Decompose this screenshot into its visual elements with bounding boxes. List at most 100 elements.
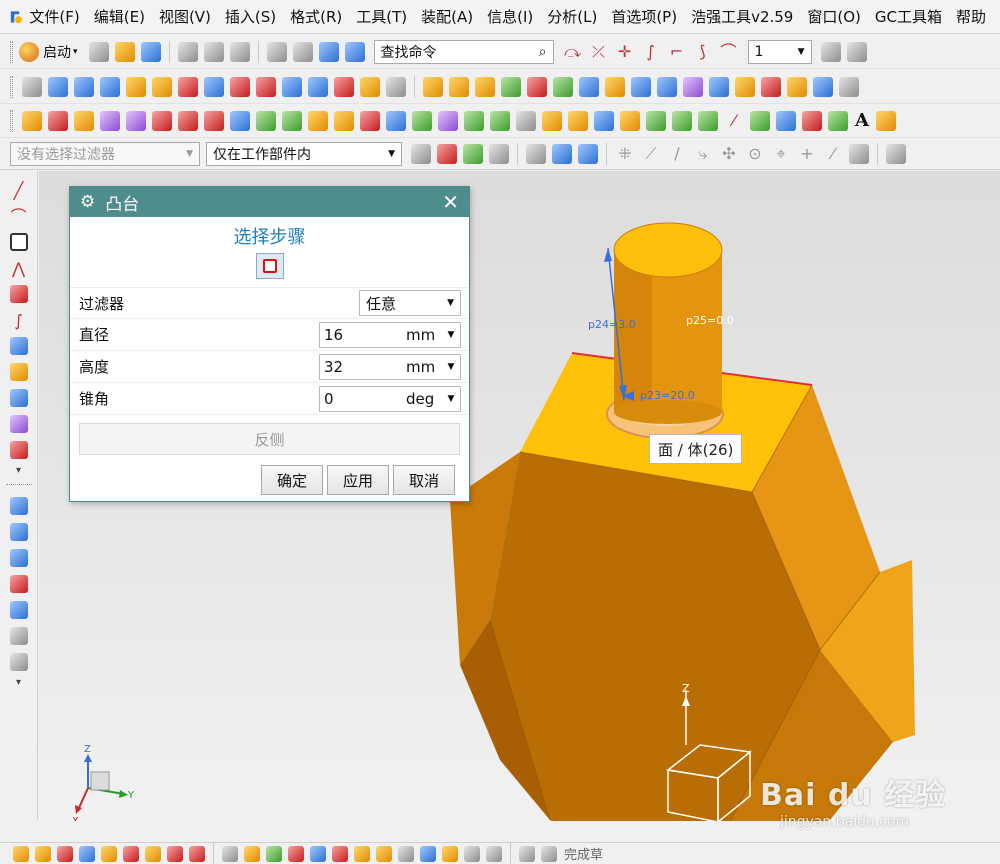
boss-icon[interactable] xyxy=(101,845,117,862)
type-filter-select[interactable]: 没有选择过滤器 ▼ xyxy=(10,141,200,166)
plane-tool-icon[interactable] xyxy=(9,337,28,355)
apply-button[interactable]: 应用 xyxy=(327,465,389,495)
checkmark-icon[interactable] xyxy=(750,110,770,131)
taper-angle-field[interactable]: 0 deg ▼ xyxy=(319,385,461,412)
chamfer-icon[interactable] xyxy=(683,76,703,97)
chevron-down-icon[interactable]: ▾ xyxy=(16,677,21,688)
ruler-icon[interactable] xyxy=(334,110,354,131)
extrude-icon[interactable] xyxy=(360,76,380,97)
components-icon[interactable] xyxy=(568,110,588,131)
line-tool-icon[interactable]: ╱ xyxy=(10,181,28,200)
assembly-clone-icon[interactable] xyxy=(464,845,480,862)
chevron-down-icon[interactable]: ▼ xyxy=(444,362,458,372)
menu-haoqiang-tools[interactable]: 浩强工具v2.59 xyxy=(691,6,793,27)
select-face-icon[interactable] xyxy=(578,143,598,164)
menu-preferences[interactable]: 首选项(P) xyxy=(611,6,677,27)
assembly-icon[interactable] xyxy=(620,110,640,131)
filter-settings-icon[interactable] xyxy=(411,143,431,164)
chevron-down-icon[interactable]: ▾ xyxy=(16,465,21,476)
trim-icon[interactable]: ⤫ xyxy=(589,42,609,62)
taper-angle-input[interactable]: 0 xyxy=(320,390,402,408)
sketch-circle-icon[interactable] xyxy=(288,845,304,862)
surface-bound-icon[interactable] xyxy=(9,653,28,671)
subtract-icon[interactable] xyxy=(553,76,573,97)
datum-plane-icon[interactable] xyxy=(152,110,172,131)
rectangle-select-icon[interactable] xyxy=(526,143,546,164)
shell-icon[interactable] xyxy=(709,76,729,97)
datum-csys-icon[interactable] xyxy=(204,110,224,131)
reverse-side-button[interactable]: 反侧 xyxy=(79,423,460,455)
command-finder-icon[interactable] xyxy=(344,41,365,62)
hole-icon[interactable] xyxy=(79,845,95,862)
gear-icon[interactable]: ⚙ xyxy=(80,192,95,212)
menu-info[interactable]: 信息(I) xyxy=(487,6,533,27)
stack-icon[interactable] xyxy=(490,110,510,131)
sketch-icon[interactable] xyxy=(13,845,29,862)
new-file-icon[interactable] xyxy=(88,41,109,62)
offset-curve-icon[interactable]: ⟆ xyxy=(693,42,713,62)
prt-icon[interactable] xyxy=(438,110,458,131)
sketch-dimension-icon[interactable] xyxy=(332,845,348,862)
material-icon[interactable] xyxy=(282,110,302,131)
pocket-icon[interactable] xyxy=(123,845,139,862)
sketch-constraint-icon[interactable] xyxy=(310,845,326,862)
surface-patch-icon[interactable] xyxy=(9,549,28,567)
thread-icon[interactable] xyxy=(334,76,354,97)
layer-settings-icon[interactable] xyxy=(820,41,841,62)
selection-scope-select[interactable]: 仅在工作部件内 ▼ xyxy=(206,141,402,166)
snap-on-curve-icon[interactable]: ⁄ xyxy=(823,144,843,164)
color-spectrum-icon[interactable] xyxy=(256,110,276,131)
capture-icon[interactable] xyxy=(802,110,822,131)
sweep-icon[interactable] xyxy=(449,76,469,97)
deselect-icon[interactable] xyxy=(489,143,509,164)
chevron-down-icon[interactable]: ▼ xyxy=(444,330,458,340)
paste-icon[interactable] xyxy=(229,41,250,62)
xyz-icon[interactable] xyxy=(542,110,562,131)
menu-window[interactable]: 窗口(O) xyxy=(807,6,861,27)
slot-icon[interactable] xyxy=(167,845,183,862)
spline-icon[interactable]: ∫ xyxy=(641,42,661,62)
toolbar-grip[interactable] xyxy=(10,40,13,63)
patch-icon[interactable] xyxy=(839,76,859,97)
cancel-button[interactable]: 取消 xyxy=(393,465,455,495)
assembly-wave-icon[interactable] xyxy=(486,845,502,862)
sketch-point-icon[interactable] xyxy=(222,845,238,862)
finish-sketch-flag-icon[interactable] xyxy=(519,845,535,862)
toolbar-grip[interactable] xyxy=(10,109,13,132)
palette-icon[interactable] xyxy=(875,110,896,131)
start-button[interactable]: 启动 ▾ xyxy=(19,41,78,62)
menu-format[interactable]: 格式(R) xyxy=(290,6,342,27)
menu-insert[interactable]: 插入(S) xyxy=(225,6,276,27)
intersect-icon[interactable]: ✛ xyxy=(615,42,635,62)
sketch-arc-icon[interactable] xyxy=(266,845,282,862)
layer-tool-icon[interactable] xyxy=(9,389,28,407)
spline-tool-icon[interactable]: ∫ xyxy=(10,311,28,330)
revolve-icon[interactable] xyxy=(57,845,73,862)
snap-endpoint-icon[interactable]: ⟋ xyxy=(641,144,661,164)
extrude-icon[interactable] xyxy=(35,845,51,862)
polygon-tool-icon[interactable] xyxy=(9,285,28,303)
shaded-body-icon[interactable] xyxy=(552,143,572,164)
surface-sweep-icon[interactable] xyxy=(9,575,28,593)
sew-icon[interactable] xyxy=(813,76,833,97)
tube-icon[interactable] xyxy=(386,76,406,97)
cone-icon[interactable] xyxy=(100,76,120,97)
trim-body-icon[interactable] xyxy=(605,76,625,97)
surface-grid-icon[interactable] xyxy=(9,497,28,515)
rectangle-icon[interactable] xyxy=(22,76,42,97)
hole-icon[interactable] xyxy=(204,76,224,97)
toolbar-grip[interactable] xyxy=(10,75,13,98)
save-icon[interactable] xyxy=(140,41,161,62)
tree-icon[interactable] xyxy=(464,110,484,131)
kg-mass-icon[interactable] xyxy=(360,110,380,131)
copy-icon[interactable] xyxy=(203,41,224,62)
height-input[interactable]: 32 xyxy=(320,358,402,376)
replay-icon[interactable] xyxy=(100,110,120,131)
link-icon[interactable] xyxy=(412,110,432,131)
part-icon[interactable] xyxy=(318,41,339,62)
menu-gc-toolbox[interactable]: GC工具箱 xyxy=(875,6,942,27)
pocket-icon[interactable] xyxy=(178,76,198,97)
assembly-move-icon[interactable] xyxy=(376,845,392,862)
add-select-icon[interactable] xyxy=(463,143,483,164)
height-unit[interactable]: mm xyxy=(402,358,444,376)
